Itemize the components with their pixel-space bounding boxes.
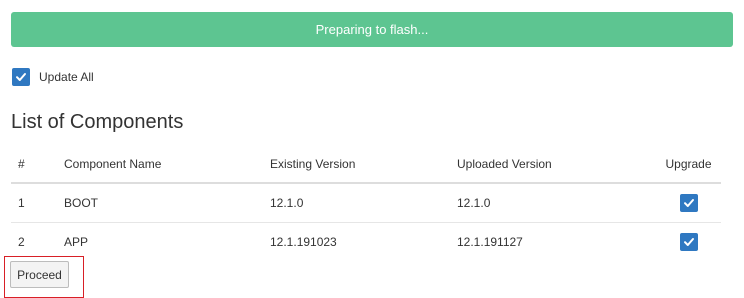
header-upgrade: Upgrade: [656, 145, 721, 184]
component-name: BOOT: [64, 183, 270, 223]
existing-version: 12.1.191023: [270, 235, 337, 249]
component-name: APP: [64, 235, 89, 249]
check-icon: [16, 73, 26, 81]
row-number: 1: [11, 183, 64, 223]
components-table: # Component Name Existing Version Upload…: [11, 145, 721, 261]
table-row: 2 APP 12.1.191023 12.1.191127: [11, 223, 721, 262]
update-all-checkbox[interactable]: [12, 68, 30, 86]
update-all-label: Update All: [39, 70, 94, 84]
proceed-highlight-box: Proceed: [4, 256, 84, 298]
header-component-name: Component Name: [64, 145, 270, 184]
status-banner: Preparing to flash...: [11, 12, 733, 47]
header-uploaded-version: Uploaded Version: [457, 145, 656, 184]
upgrade-checkbox-boot[interactable]: [679, 194, 698, 212]
table-row: 1 BOOT 12.1.0 12.1.0: [11, 183, 721, 223]
check-icon: [683, 238, 694, 246]
uploaded-version: 12.1.191127: [457, 235, 523, 249]
upgrade-checkbox-app[interactable]: [679, 233, 698, 251]
table-header-row: # Component Name Existing Version Upload…: [11, 145, 721, 184]
header-number: #: [11, 145, 64, 184]
status-banner-text: Preparing to flash...: [315, 22, 429, 37]
uploaded-version: 12.1.0: [457, 183, 656, 223]
check-icon: [683, 199, 694, 207]
existing-version: 12.1.0: [270, 183, 457, 223]
header-existing-version: Existing Version: [270, 145, 457, 184]
upgrade-cell: [656, 223, 721, 262]
update-all-option[interactable]: Update All: [12, 68, 94, 86]
components-title: List of Components: [11, 111, 184, 133]
upgrade-cell: [656, 183, 721, 223]
proceed-button[interactable]: Proceed: [10, 261, 69, 288]
